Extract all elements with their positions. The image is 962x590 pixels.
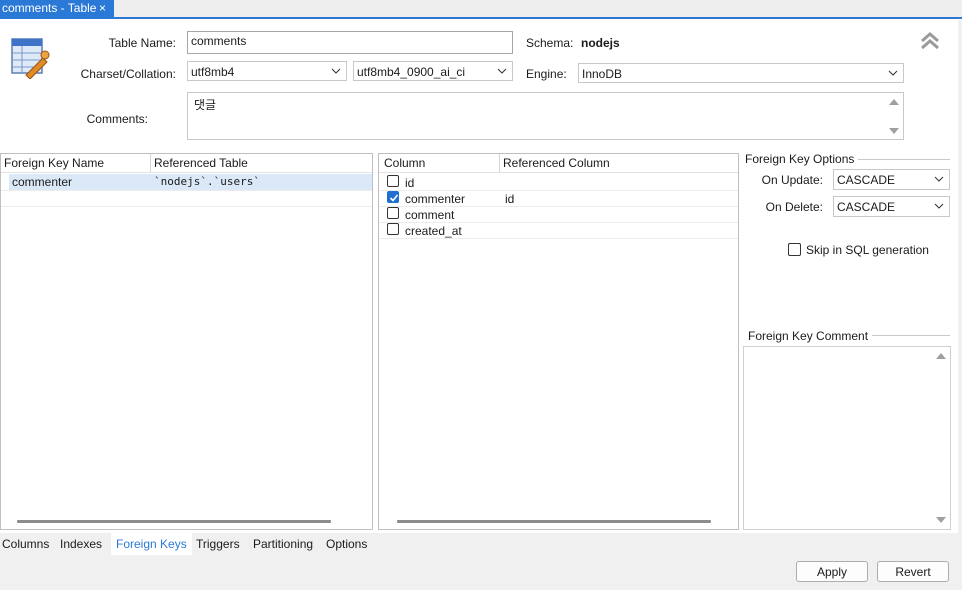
on-update-label: On Update:	[761, 173, 823, 187]
column-name-cell: created_at	[405, 224, 462, 238]
chevron-down-icon	[888, 70, 898, 76]
column-name-cell: commenter	[405, 192, 466, 206]
collation-select[interactable]: utf8mb4_0900_ai_ci	[353, 61, 513, 81]
foreign-key-list[interactable]: Foreign Key Name Referenced Table commen…	[0, 153, 373, 530]
column-checkbox-id[interactable]	[387, 175, 399, 187]
tab-partitioning[interactable]: Partitioning	[253, 533, 313, 555]
fk-comment-textarea[interactable]	[743, 346, 951, 530]
document-tab-strip	[0, 0, 962, 19]
scroll-down-icon[interactable]	[935, 515, 947, 525]
charset-select-value: utf8mb4	[191, 65, 235, 79]
table-row[interactable]: created_at	[379, 222, 738, 238]
document-tab-title: comments - Table	[2, 1, 97, 15]
on-update-value: CASCADE	[837, 173, 896, 187]
chevron-down-icon	[331, 68, 341, 74]
engine-label: Engine:	[526, 67, 567, 81]
table-name-input[interactable]: comments	[187, 31, 513, 54]
table-row[interactable]: commenter id	[379, 190, 738, 206]
tab-triggers[interactable]: Triggers	[196, 533, 240, 555]
collapse-up-icon[interactable]	[920, 31, 940, 51]
on-update-select[interactable]: CASCADE	[833, 169, 950, 190]
schema-label: Schema:	[526, 36, 574, 50]
chevron-down-icon	[497, 68, 507, 74]
table-row[interactable]: comment	[379, 206, 738, 222]
referenced-column-cell[interactable]: id	[505, 192, 514, 206]
table-edit-icon	[11, 38, 50, 79]
column-checkbox-comment[interactable]	[387, 207, 399, 219]
close-icon[interactable]: ×	[99, 1, 106, 15]
scroll-up-icon[interactable]	[935, 351, 947, 361]
fk-table-cell: `nodejs`.`users`	[154, 175, 260, 188]
column-header[interactable]: Column	[379, 154, 499, 173]
fk-columns-table[interactable]: Column Referenced Column id commenter id…	[378, 153, 739, 530]
column-name-cell: id	[405, 176, 415, 190]
checkmark-icon	[389, 194, 399, 202]
schema-value: nodejs	[581, 36, 620, 50]
table-name-label: Table Name:	[108, 36, 176, 50]
editor-footer: Apply Revert	[0, 555, 958, 590]
tab-indexes[interactable]: Indexes	[60, 533, 102, 555]
fk-table-header[interactable]: Referenced Table	[150, 154, 372, 173]
scroll-up-icon[interactable]	[888, 97, 900, 107]
fk-name-header[interactable]: Foreign Key Name	[1, 154, 150, 173]
engine-select-value: InnoDB	[582, 67, 623, 81]
referenced-column-header[interactable]: Referenced Column	[499, 154, 738, 173]
fk-comment-title: Foreign Key Comment	[745, 329, 873, 343]
chevron-down-icon	[934, 176, 944, 182]
on-delete-select[interactable]: CASCADE	[833, 196, 950, 217]
comments-label: Comments:	[86, 112, 148, 126]
engine-select[interactable]: InnoDB	[578, 63, 904, 83]
comments-text: 댓글	[194, 98, 217, 112]
table-row[interactable]: id	[379, 174, 738, 190]
fk-list-hscrollbar[interactable]	[17, 520, 331, 523]
comments-textarea[interactable]: 댓글	[187, 92, 904, 140]
fk-name-cell: commenter	[12, 175, 73, 189]
chevron-down-icon	[934, 203, 944, 209]
document-tab[interactable]: comments - Table ×	[0, 0, 114, 18]
scroll-down-icon[interactable]	[888, 126, 900, 136]
charset-label: Charset/Collation:	[80, 67, 176, 81]
revert-button[interactable]: Revert	[877, 561, 949, 582]
collation-select-value: utf8mb4_0900_ai_ci	[357, 65, 466, 79]
table-row[interactable]: commenter `nodejs`.`users`	[9, 174, 372, 190]
editor-scroll-edge	[958, 20, 962, 590]
editor-tabs: Columns Indexes Foreign Keys Triggers Pa…	[0, 533, 958, 555]
tab-options[interactable]: Options	[326, 533, 367, 555]
charset-select[interactable]: utf8mb4	[187, 61, 347, 81]
column-checkbox-created-at[interactable]	[387, 223, 399, 235]
column-name-cell: comment	[405, 208, 455, 222]
skip-sql-checkbox[interactable]	[788, 243, 801, 256]
fk-options-title: Foreign Key Options	[745, 152, 859, 166]
skip-sql-label: Skip in SQL generation	[806, 243, 929, 257]
column-checkbox-commenter[interactable]	[387, 191, 399, 203]
on-delete-value: CASCADE	[837, 200, 896, 214]
on-delete-label: On Delete:	[765, 200, 823, 214]
tab-columns[interactable]: Columns	[2, 533, 49, 555]
tab-foreign-keys[interactable]: Foreign Keys	[111, 533, 192, 555]
apply-button[interactable]: Apply	[796, 561, 868, 582]
columns-hscrollbar[interactable]	[397, 520, 711, 523]
